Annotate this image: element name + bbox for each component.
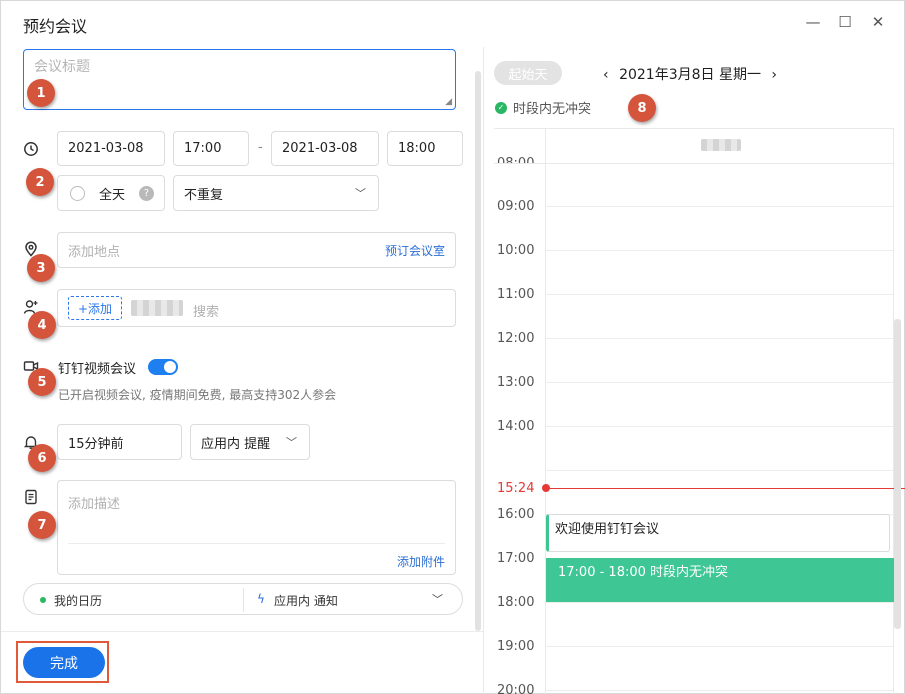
hour-label: 10:00 [497, 243, 535, 258]
end-date-field[interactable]: 2021-03-08 [271, 131, 379, 166]
next-day-button[interactable]: › [771, 67, 777, 83]
add-attachment-link[interactable]: 添加附件 [397, 553, 445, 570]
prev-day-button[interactable]: ‹ [603, 67, 609, 83]
chevron-down-icon[interactable]: ﹀ [432, 591, 443, 607]
calendar-color-dot [40, 597, 46, 603]
hour-label: 20:00 [497, 683, 535, 694]
schedule-meeting-window: 预约会议 — ☐ ✕ 会议标题 ◢ 2021-03-08 17:00 - 202… [0, 0, 905, 694]
window-title: 预约会议 [23, 17, 88, 36]
location-placeholder: 添加地点 [68, 244, 121, 260]
annotation-badge: 4 [28, 311, 56, 339]
description-placeholder: 添加描述 [68, 497, 121, 512]
participant-search-placeholder[interactable]: 搜索 [193, 301, 219, 320]
hour-line [546, 690, 893, 691]
resize-grip-icon[interactable]: ◢ [445, 97, 452, 107]
notify-select[interactable]: 应用内 通知 [274, 592, 338, 609]
description-field[interactable]: 添加描述 添加附件 [57, 480, 456, 575]
start-time-field[interactable]: 17:00 [173, 131, 249, 166]
annotation-badge: 7 [28, 511, 56, 539]
maximize-button[interactable]: ☐ [835, 13, 855, 31]
add-participant-button[interactable]: +添加 [68, 296, 122, 320]
calendar-scrollbar[interactable] [894, 319, 901, 629]
hour-label: 12:00 [497, 331, 535, 346]
hour-label: 19:00 [497, 639, 535, 654]
reminder-time-select[interactable]: 15分钟前 [57, 424, 182, 460]
meeting-title-placeholder: 会议标题 [34, 59, 90, 75]
hour-label: 08:00 [497, 156, 534, 163]
calendar-notify-bar: 我的日历 ϟ 应用内 通知 ﹀ [23, 583, 463, 615]
reminder-type-select[interactable]: 应用内 提醒 ﹀ [190, 424, 310, 460]
video-meeting-label: 钉钉视频会议 [58, 362, 137, 377]
hour-label: 13:00 [497, 375, 535, 390]
video-meeting-toggle[interactable] [148, 359, 178, 375]
end-time-field[interactable]: 18:00 [387, 131, 463, 166]
minimize-button[interactable]: — [803, 13, 823, 31]
hour-label: 18:00 [497, 595, 535, 610]
panel-divider [483, 47, 484, 694]
annotation-badge: 1 [27, 79, 55, 107]
hour-line [546, 646, 893, 647]
hour-label: 17:00 [497, 551, 535, 566]
repeat-value: 不重复 [184, 187, 224, 203]
annotation-badge: 8 [628, 94, 656, 122]
reminder-type-value: 应用内 提醒 [201, 436, 271, 452]
annotation-badge: 3 [27, 254, 55, 282]
help-icon[interactable]: ? [139, 185, 155, 201]
book-room-link[interactable]: 预订会议室 [385, 242, 445, 259]
location-field[interactable]: 添加地点 预订会议室 [57, 232, 456, 268]
annotation-badge: 5 [28, 368, 56, 396]
footer-divider [1, 631, 483, 632]
lightning-icon: ϟ [257, 592, 265, 606]
calendar-header-line [494, 128, 894, 129]
start-date-field[interactable]: 2021-03-08 [57, 131, 165, 166]
calendar-select[interactable]: 我的日历 [54, 592, 102, 609]
hour-line [546, 382, 893, 383]
calendar-event[interactable]: 欢迎使用钉钉会议 [546, 514, 890, 552]
annotation-badge: 2 [26, 168, 54, 196]
calendar-top-line [494, 163, 894, 164]
repeat-select[interactable]: 不重复 ﹀ [173, 175, 379, 211]
document-icon [25, 489, 37, 505]
start-day-button[interactable]: 起始天 [494, 61, 562, 85]
done-button[interactable]: 完成 [23, 647, 105, 678]
meeting-title-input[interactable]: 会议标题 ◢ [23, 49, 456, 110]
conflict-status-text: 时段内无冲突 [513, 102, 592, 117]
hour-label: 09:00 [497, 199, 535, 214]
left-scrollbar[interactable] [475, 71, 481, 631]
all-day-label: 全天 [99, 187, 126, 203]
hour-line [546, 206, 893, 207]
conflict-status: ✓ 时段内无冲突 [495, 98, 591, 117]
all-day-radio[interactable] [70, 185, 85, 201]
hour-line [546, 294, 893, 295]
pill-divider [243, 588, 244, 612]
check-circle-icon: ✓ [495, 101, 507, 114]
date-navigator: ‹ 2021年3月8日 星期一 › [603, 64, 777, 84]
date-title: 2021年3月8日 星期一 [619, 67, 761, 83]
hour-line [546, 602, 893, 603]
description-divider [68, 543, 445, 544]
all-day-toggle[interactable]: 全天 ? [57, 175, 165, 211]
close-button[interactable]: ✕ [868, 13, 888, 31]
hour-label: 16:00 [497, 507, 535, 522]
time-column-divider [545, 128, 546, 694]
calendar-owner-chip [701, 139, 741, 151]
range-separator: - [258, 140, 263, 155]
hour-line [546, 426, 893, 427]
chevron-down-icon: ﹀ [355, 187, 366, 200]
clock-icon [24, 142, 38, 156]
new-meeting-event[interactable]: 17:00 - 18:00 时段内无冲突 [546, 558, 894, 602]
video-meeting-description: 已开启视频会议, 疫情期间免费, 最高支持302人参会 [58, 388, 337, 402]
chevron-down-icon: ﹀ [286, 436, 297, 449]
hour-label: 11:00 [497, 287, 535, 302]
title-bar: 预约会议 — ☐ ✕ [1, 1, 904, 47]
annotation-badge: 6 [28, 444, 56, 472]
current-time-line [546, 488, 905, 489]
participant-chip[interactable] [131, 300, 183, 316]
hour-line [546, 250, 893, 251]
current-time-label: 15:24 [497, 481, 535, 496]
hour-line [546, 470, 893, 471]
hour-line [546, 338, 893, 339]
hour-label: 14:00 [497, 419, 535, 434]
